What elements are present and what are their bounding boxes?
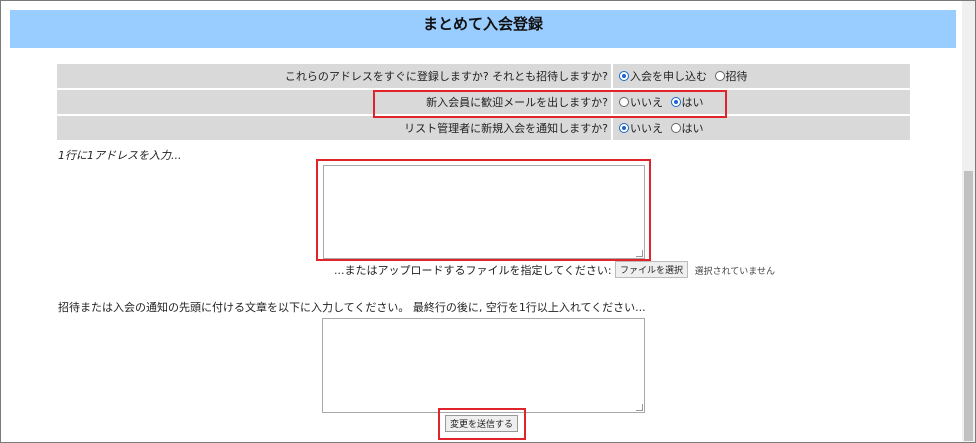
- option-row-subscribe-mode: これらのアドレスをすぐに登録しますか? それとも招待しますか? 入会を申し込む …: [57, 64, 910, 88]
- radio-label: 入会を申し込む: [630, 70, 707, 83]
- radio-button[interactable]: [619, 71, 629, 81]
- option-row-notify-admin: リスト管理者に新規入会を通知しますか? いいえ はい: [57, 116, 910, 140]
- page-header: まとめて入会登録: [10, 10, 956, 48]
- highlight-addresses: [316, 159, 651, 261]
- radio-option-subscribe[interactable]: 入会を申し込む: [619, 70, 707, 83]
- radio-label: はい: [681, 122, 704, 135]
- vertical-scrollbar[interactable]: [962, 1, 975, 442]
- addresses-label: 1行に1アドレスを入力...: [58, 149, 182, 162]
- file-status: 選択されていません: [694, 267, 776, 277]
- upload-label: ...またはアップロードするファイルを指定してください:: [334, 264, 612, 277]
- radio-option-yes[interactable]: はい: [670, 122, 704, 135]
- option-answers: 入会を申し込む 招待: [613, 64, 910, 88]
- option-answers: いいえ はい: [613, 116, 910, 140]
- upload-row: ...またはアップロードするファイルを指定してください: ファイルを選択 選択さ…: [334, 261, 775, 278]
- option-question: リスト管理者に新規入会を通知しますか?: [57, 116, 613, 140]
- intro-text-label: 招待または入会の通知の先頭に付ける文章を以下に入力してください。 最終行の後に,…: [58, 301, 646, 314]
- radio-button[interactable]: [619, 123, 629, 133]
- radio-label: 招待: [725, 70, 748, 83]
- highlight-welcome-mail: [373, 90, 727, 118]
- radio-label: いいえ: [630, 122, 663, 135]
- highlight-submit: [438, 408, 526, 440]
- radio-option-invite[interactable]: 招待: [714, 70, 748, 83]
- page-title: まとめて入会登録: [422, 15, 543, 33]
- intro-textarea[interactable]: [322, 318, 645, 413]
- browser-frame: まとめて入会登録 これらのアドレスをすぐに登録しますか? それとも招待しますか?…: [0, 0, 976, 443]
- radio-option-no[interactable]: いいえ: [619, 122, 663, 135]
- scrollbar-thumb[interactable]: [964, 171, 973, 441]
- option-question: これらのアドレスをすぐに登録しますか? それとも招待しますか?: [57, 64, 613, 88]
- radio-button[interactable]: [670, 123, 681, 133]
- resize-grip-icon[interactable]: [636, 404, 643, 411]
- choose-file-button[interactable]: ファイルを選択: [615, 261, 689, 278]
- radio-button[interactable]: [714, 71, 725, 81]
